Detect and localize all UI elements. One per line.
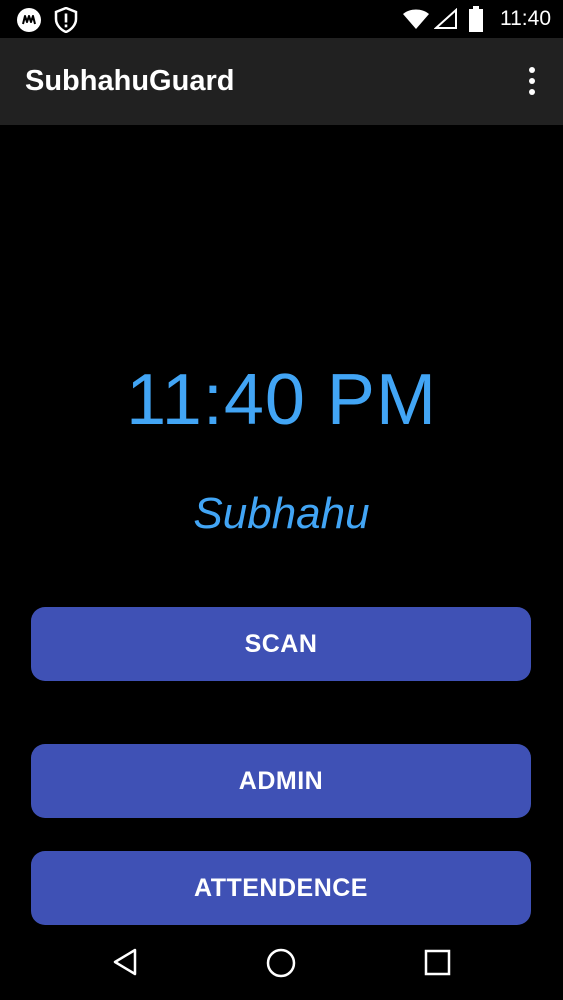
guard-name: Subhahu [193,489,370,538]
app-title: SubhahuGuard [25,65,235,97]
navigation-bar [0,925,563,1000]
notification-app-icon [16,7,42,38]
admin-button[interactable]: ADMIN [31,744,531,818]
wifi-icon [402,8,430,35]
battery-icon [469,6,483,37]
alert-shield-icon [54,6,78,38]
screen: 11:40 SubhahuGuard 11:40 PM Subhahu SCAN… [0,0,563,1000]
status-bar: 11:40 [0,0,563,38]
recents-icon[interactable] [424,949,452,982]
attendance-button[interactable]: ATTENDENCE [31,851,531,925]
clock-display: 11:40 PM [126,360,437,440]
app-bar: SubhahuGuard [0,38,563,125]
home-icon[interactable] [265,947,297,984]
status-time: 11:40 [500,7,551,30]
back-icon[interactable] [111,947,139,982]
more-vert-icon[interactable] [521,64,545,98]
scan-button[interactable]: SCAN [31,607,531,681]
signal-icon [433,7,458,35]
